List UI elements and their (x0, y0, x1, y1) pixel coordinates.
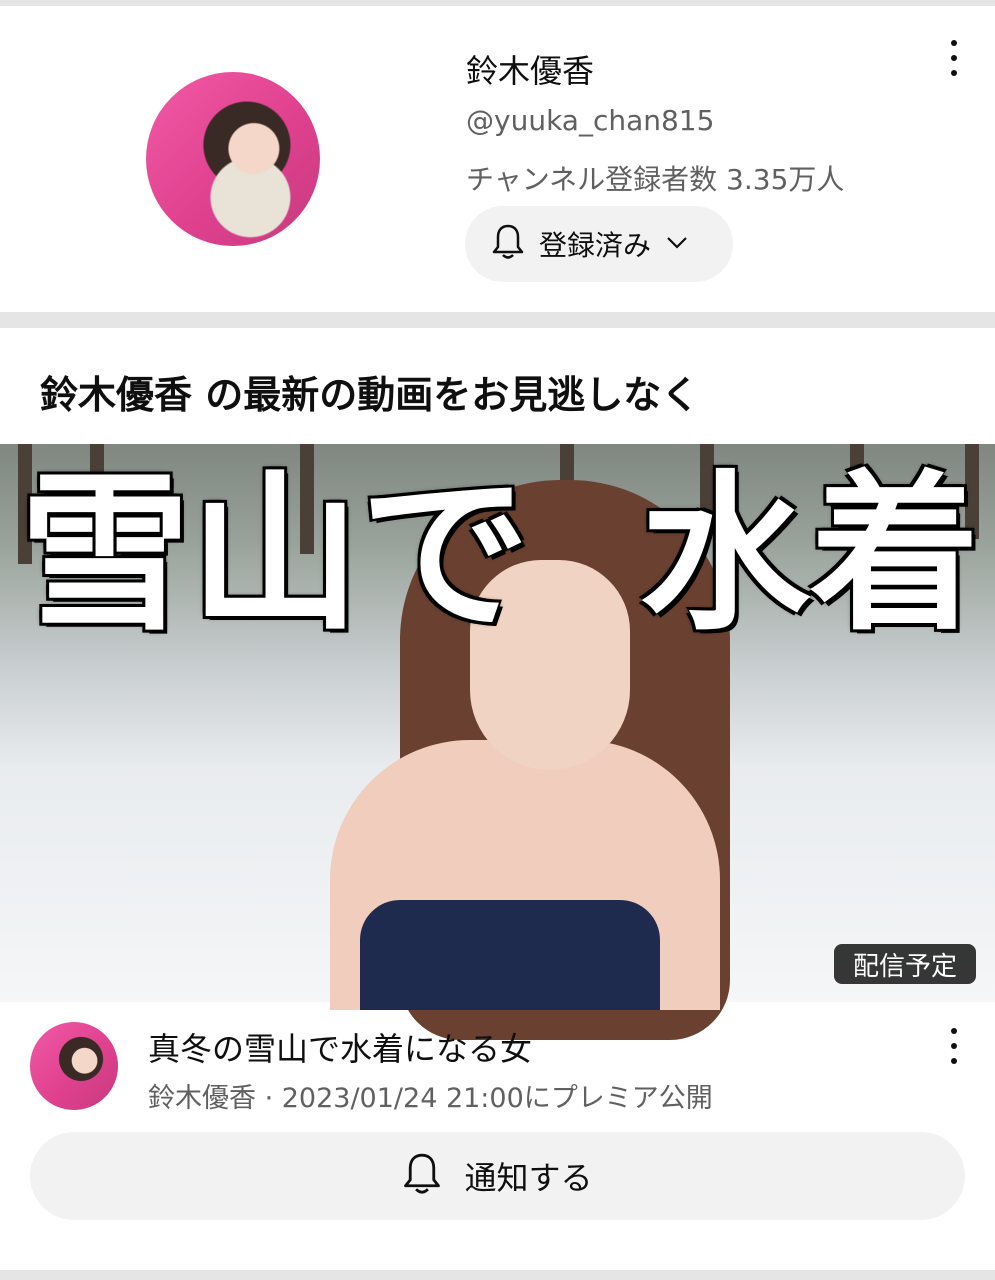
subscriber-count: チャンネル登録者数 3.35万人 (466, 163, 845, 196)
channel-name[interactable]: 鈴木優香 (466, 46, 594, 92)
channel-more-vert-icon[interactable] (944, 40, 964, 76)
thumbnail-swimsuit (360, 900, 660, 1010)
section-separator (0, 312, 995, 328)
video-meta: 鈴木優香 · 2023/01/24 21:00にプレミア公開 (148, 1083, 713, 1114)
notify-label: 通知する (464, 1159, 593, 1197)
channel-avatar[interactable] (146, 72, 320, 246)
promo-heading: 鈴木優香 の最新の動画をお見逃しなく (40, 373, 700, 417)
upcoming-badge: 配信予定 (834, 944, 976, 984)
video-more-vert-icon[interactable] (944, 1028, 964, 1064)
bell-icon (402, 1151, 442, 1201)
subscribed-label: 登録済み (539, 229, 652, 262)
thumbnail-text-right: 水着 (640, 456, 981, 654)
video-title[interactable]: 真冬の雪山で水着になる女 (148, 1024, 532, 1070)
channel-handle: @yuuka_chan815 (466, 104, 715, 137)
top-separator (0, 0, 995, 6)
subscribed-button[interactable]: 登録済み (465, 206, 733, 282)
chevron-down-icon (665, 234, 689, 254)
bottom-separator (0, 1270, 995, 1280)
thumbnail-text-left: 雪山で (20, 456, 531, 654)
notify-button[interactable]: 通知する (30, 1132, 965, 1220)
video-channel-avatar[interactable] (30, 1022, 118, 1110)
bell-icon (491, 223, 525, 265)
